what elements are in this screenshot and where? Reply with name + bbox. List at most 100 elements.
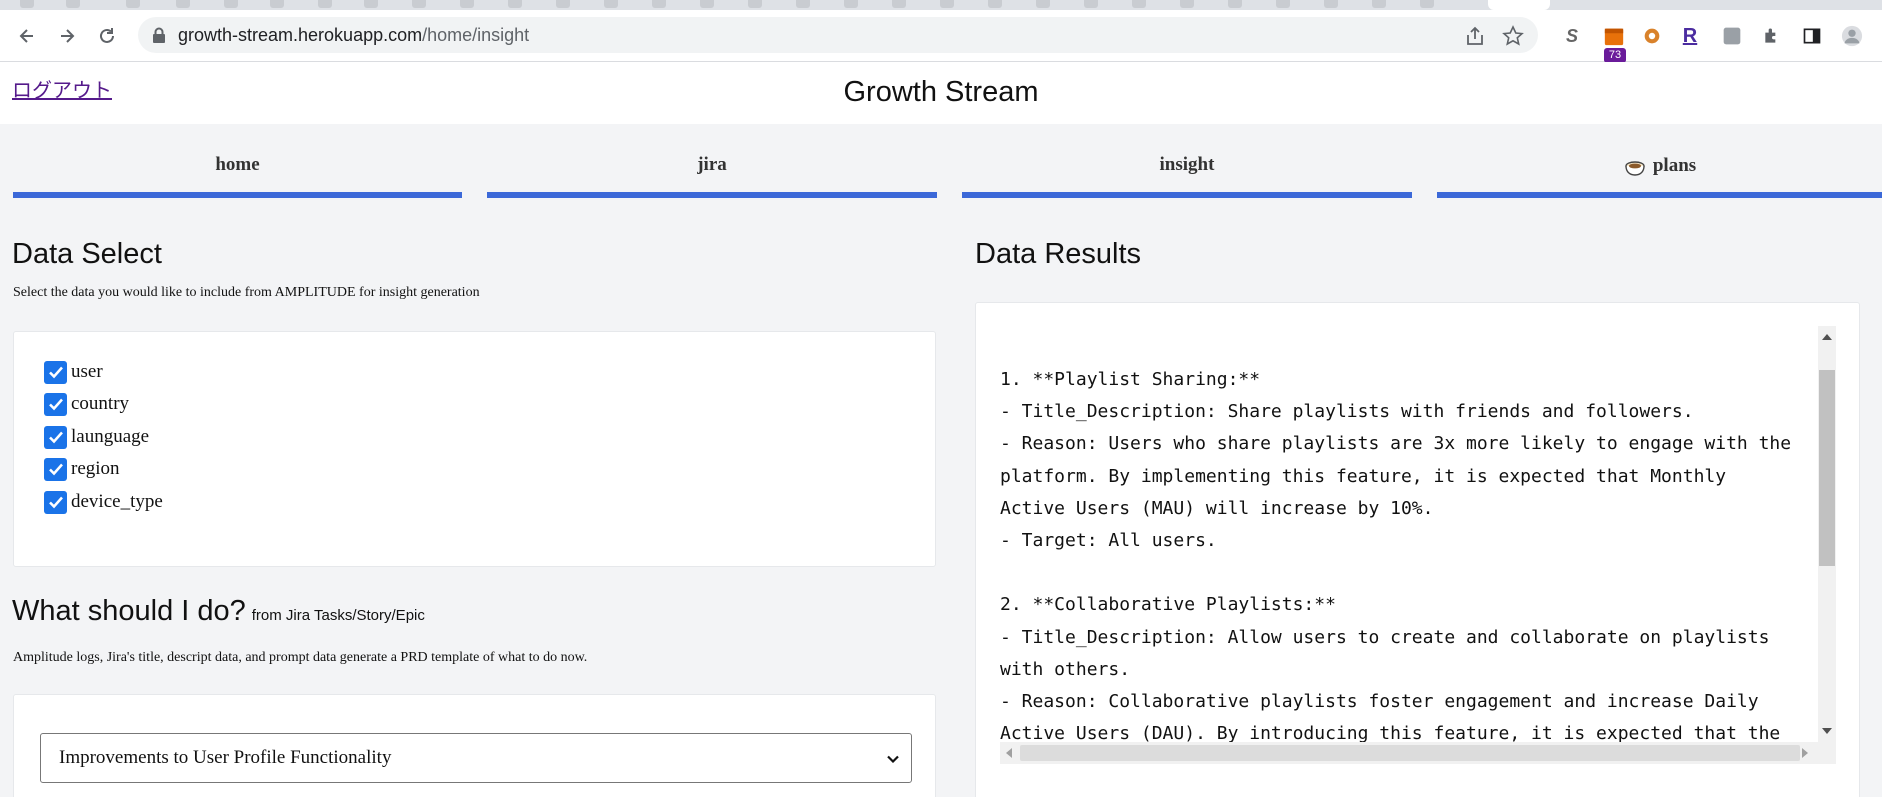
active-browser-tab[interactable] (1488, 0, 1550, 10)
browser-tab[interactable] (700, 0, 714, 8)
browser-tab-strip (0, 0, 1882, 10)
checkbox-launguage[interactable]: launguage (44, 424, 149, 450)
browser-tab[interactable] (126, 0, 140, 8)
bookmark-star-icon[interactable] (1502, 25, 1524, 47)
check-icon (48, 463, 63, 476)
vertical-scrollbar[interactable] (1818, 326, 1836, 742)
browser-tab[interactable] (270, 0, 284, 8)
data-select-description: Select the data you would like to includ… (13, 285, 480, 300)
nav-plans[interactable]: plans (1437, 124, 1882, 200)
browser-tab[interactable] (364, 0, 378, 8)
profile-avatar-icon[interactable] (1840, 24, 1864, 48)
extension-gear-icon[interactable] (1640, 24, 1664, 48)
nav-underline (962, 192, 1412, 198)
checkbox-checked[interactable] (44, 392, 67, 416)
browser-tab[interactable] (20, 0, 34, 8)
checkbox-checked[interactable] (44, 490, 67, 514)
checkbox-checked[interactable] (44, 425, 67, 449)
scrollbar-thumb[interactable] (1819, 370, 1835, 566)
browser-tab[interactable] (460, 0, 474, 8)
results-textarea[interactable]: 1. **Playlist Sharing:** - Title_Descrip… (1000, 326, 1836, 747)
what-should-subtitle: from Jira Tasks/Story/Epic (251, 607, 425, 624)
checkbox-checked[interactable] (44, 457, 67, 481)
browser-tab[interactable] (844, 0, 858, 8)
share-icon[interactable] (1464, 25, 1486, 47)
select-value: Improvements to User Profile Functionali… (59, 747, 392, 768)
check-icon (48, 496, 63, 509)
nav-home[interactable]: home (13, 124, 462, 200)
nav-jira[interactable]: jira (487, 124, 937, 200)
extension-badge: 73 (1604, 48, 1626, 63)
checkbox-device-type[interactable]: device_type (44, 489, 163, 515)
back-button[interactable] (14, 23, 40, 49)
extension-r-icon[interactable]: R (1680, 24, 1700, 48)
puzzle-icon[interactable] (1760, 24, 1784, 48)
browser-tab[interactable] (1228, 0, 1242, 8)
browser-tab[interactable] (604, 0, 618, 8)
what-should-title: What should I do? (12, 595, 246, 627)
browser-tab[interactable] (796, 0, 810, 8)
reload-button[interactable] (94, 23, 120, 49)
nav-label: plans (1652, 155, 1697, 176)
browser-tab[interactable] (748, 0, 762, 8)
browser-tab[interactable] (508, 0, 522, 8)
browser-tab[interactable] (1276, 0, 1290, 8)
page-header: ログアウト Growth Stream (0, 62, 1882, 124)
horizontal-scrollbar[interactable] (1000, 742, 1836, 764)
check-icon (48, 431, 63, 444)
checkbox-label: user (71, 361, 103, 382)
what-should-title-row: What should I do? from Jira Tasks/Story/… (12, 595, 425, 628)
browser-tab[interactable] (1180, 0, 1194, 8)
browser-tab[interactable] (940, 0, 954, 8)
scroll-right-arrow-icon[interactable] (1802, 748, 1808, 758)
forward-button[interactable] (54, 23, 80, 49)
what-should-description: Amplitude logs, Jira's title, descript d… (13, 650, 588, 665)
browser-tab[interactable] (1036, 0, 1050, 8)
scroll-left-arrow-icon[interactable] (1006, 748, 1012, 758)
data-select-title: Data Select (12, 238, 162, 270)
browser-tab[interactable] (1372, 0, 1386, 8)
data-select-card: user country launguage region device_typ… (13, 331, 936, 567)
back-arrow-icon (19, 29, 33, 43)
browser-tab[interactable] (176, 0, 190, 8)
nav-insight[interactable]: insight (962, 124, 1412, 200)
extension-s-icon[interactable]: S (1562, 24, 1582, 48)
coffee-cup-icon (1625, 161, 1645, 176)
nav-underline (13, 192, 462, 198)
task-select-card: Improvements to User Profile Functionali… (13, 694, 936, 797)
scrollbar-thumb[interactable] (1020, 745, 1800, 761)
chevron-down-icon (887, 755, 899, 764)
address-bar[interactable]: growth-stream.herokuapp.com/home/insight (138, 17, 1538, 53)
checkbox-label: region (71, 458, 120, 479)
check-icon (48, 398, 63, 411)
browser-tab[interactable] (556, 0, 570, 8)
browser-tab[interactable] (988, 0, 1002, 8)
extension-calendar-icon[interactable] (1602, 24, 1626, 48)
browser-tab[interactable] (652, 0, 666, 8)
checkbox-region[interactable]: region (44, 456, 120, 482)
forward-arrow-icon (61, 29, 75, 43)
browser-tab[interactable] (1420, 0, 1434, 8)
browser-tab[interactable] (318, 0, 332, 8)
browser-tab[interactable] (224, 0, 238, 8)
extension-gray-icon[interactable] (1720, 24, 1744, 48)
scroll-down-arrow-icon[interactable] (1822, 728, 1832, 734)
jira-task-select[interactable]: Improvements to User Profile Functionali… (40, 733, 912, 783)
main-nav: home jira insight plans (0, 124, 1882, 200)
checkbox-user[interactable]: user (44, 359, 103, 385)
browser-tab[interactable] (892, 0, 906, 8)
nav-underline (1437, 192, 1882, 198)
scroll-up-arrow-icon[interactable] (1822, 334, 1832, 340)
checkbox-country[interactable]: country (44, 391, 129, 417)
browser-tab[interactable] (66, 0, 80, 8)
browser-tab[interactable] (1132, 0, 1146, 8)
browser-tab[interactable] (412, 0, 426, 8)
site-title: Growth Stream (843, 76, 1039, 108)
url-text: growth-stream.herokuapp.com/home/insight (178, 25, 530, 45)
browser-tab[interactable] (1084, 0, 1098, 8)
check-icon (48, 366, 63, 379)
browser-tab[interactable] (1324, 0, 1338, 8)
side-panel-icon[interactable] (1800, 24, 1824, 48)
results-text: 1. **Playlist Sharing:** - Title_Descrip… (1000, 369, 1792, 745)
checkbox-checked[interactable] (44, 360, 67, 384)
